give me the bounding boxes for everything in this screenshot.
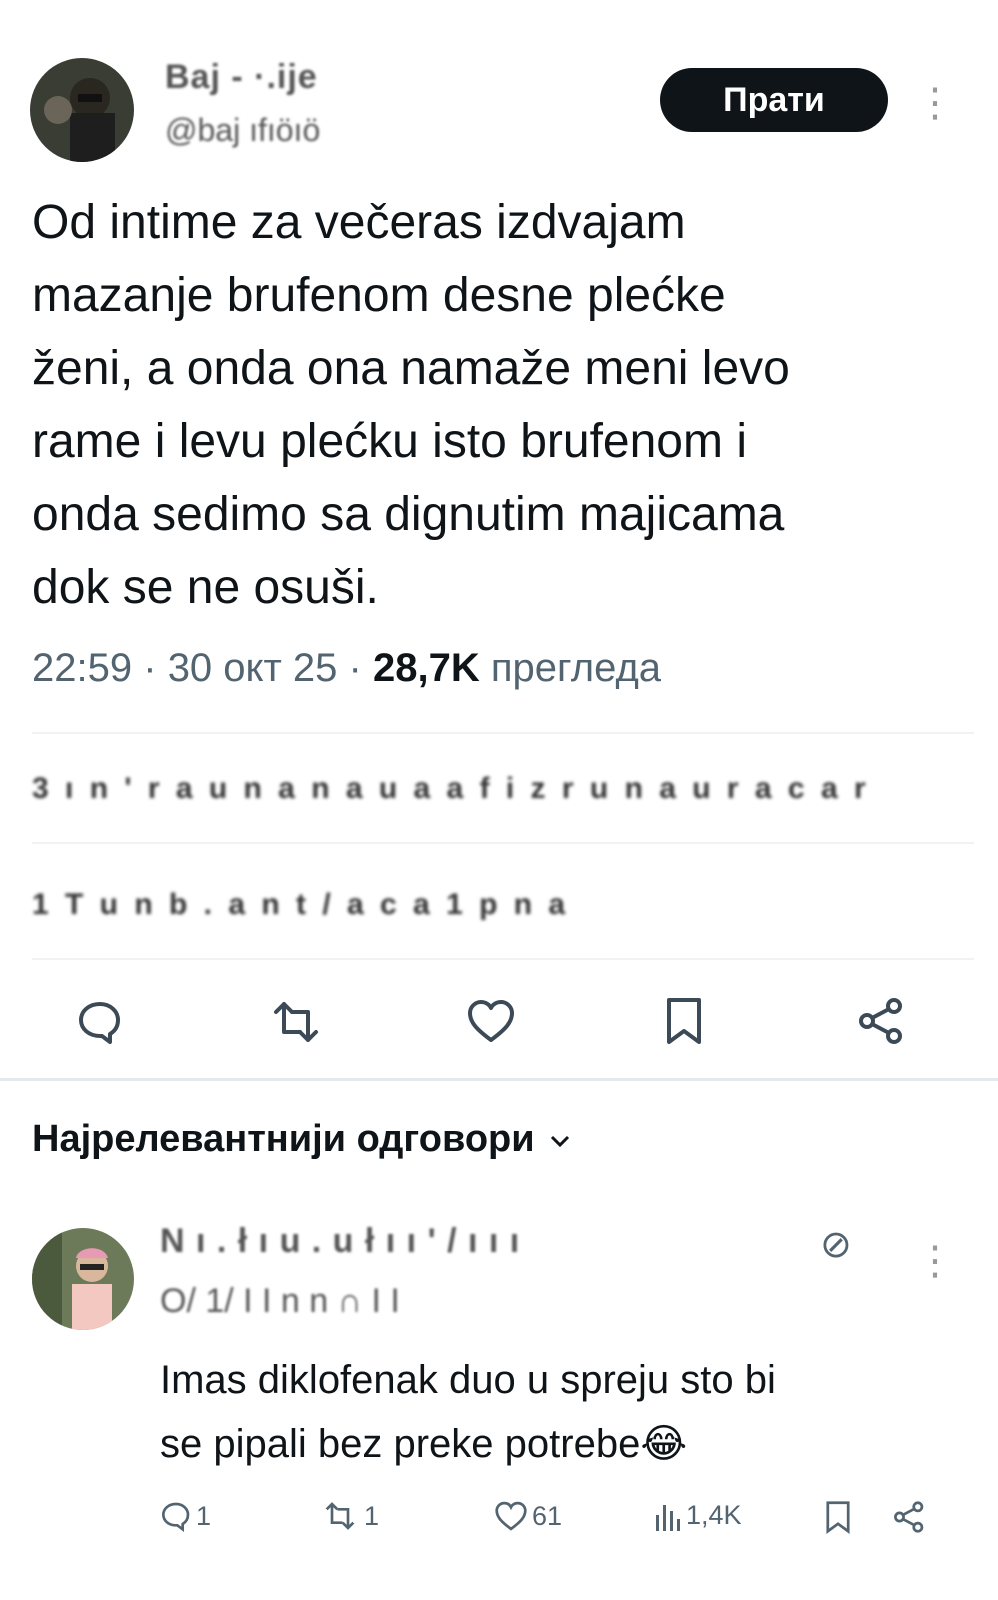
divider bbox=[32, 732, 974, 734]
divider bbox=[32, 842, 974, 844]
quotes-bookmarks-line[interactable]: 3 ı n ' r a u n a n a u a a f i z r u n … bbox=[32, 772, 972, 806]
views-count: 28,7K bbox=[373, 646, 480, 690]
tweet-time[interactable]: 22:59 bbox=[32, 646, 132, 690]
reply-text-line: se pipali bez preke potrebe😂 bbox=[160, 1422, 688, 1466]
reply-like-button[interactable]: 61 bbox=[494, 1500, 562, 1532]
replies-sort-label: Најрелевантнији одговори bbox=[32, 1118, 535, 1160]
tweet-text-line: Od intime za večeras izdvajam bbox=[32, 196, 686, 249]
chevron-down-icon bbox=[549, 1124, 571, 1155]
reply-text: Imas diklofenak duo u spreju sto bi se p… bbox=[160, 1348, 980, 1476]
author-avatar[interactable] bbox=[30, 58, 134, 162]
retweet-count: 1 bbox=[364, 1500, 380, 1531]
reply-share-icon[interactable] bbox=[892, 1500, 926, 1534]
verified-icon: ⊘ bbox=[820, 1224, 852, 1266]
laughing-emoji: 😂 bbox=[640, 1422, 688, 1466]
engagement-counts-line[interactable]: 1 T u n b . a n t / a c a 1 p n a bbox=[32, 888, 972, 922]
reply-icon[interactable] bbox=[76, 998, 124, 1046]
tweet-text-line: ženi, a onda ona namaže meni levo bbox=[32, 342, 790, 395]
views-count: 1,4K bbox=[686, 1500, 742, 1530]
retweet-icon[interactable] bbox=[266, 998, 326, 1046]
divider bbox=[32, 958, 974, 960]
replies-sort-header[interactable]: Најрелевантнији одговори bbox=[32, 1118, 571, 1161]
tweet-text-line: mazanje brufenom desne plećke bbox=[32, 269, 726, 322]
reply-more-options-icon[interactable]: ⋮ bbox=[915, 1241, 955, 1281]
analytics-icon bbox=[656, 1504, 680, 1531]
reply-retweet-button[interactable]: 1 bbox=[320, 1500, 379, 1532]
section-divider bbox=[0, 1078, 998, 1081]
tweet-meta: 22:59 · 30 окт 25 · 28,7K прегледа bbox=[32, 646, 661, 691]
heart-icon[interactable] bbox=[466, 998, 516, 1044]
reply-author-handle[interactable]: O/ 1/ I I n n ∩ I I bbox=[160, 1282, 400, 1321]
share-icon[interactable] bbox=[856, 996, 906, 1046]
author-handle[interactable]: @baj ıfıöıö bbox=[165, 112, 320, 149]
reply-text-line: Imas diklofenak duo u spreju sto bi bbox=[160, 1358, 776, 1402]
tweet-text: Od intime za večeras izdvajam mazanje br… bbox=[32, 186, 972, 624]
reply-bookmark-icon[interactable] bbox=[824, 1500, 852, 1534]
reply-author-avatar[interactable] bbox=[32, 1228, 134, 1330]
tweet-date[interactable]: 30 окт 25 bbox=[168, 646, 338, 690]
retweet-icon bbox=[325, 1502, 355, 1530]
reply-reply-button[interactable]: 1 bbox=[160, 1500, 211, 1532]
more-options-icon[interactable]: ⋮ bbox=[915, 83, 955, 123]
follow-button[interactable]: Прати bbox=[660, 68, 888, 132]
reply-icon bbox=[161, 1502, 190, 1532]
reply-author-name[interactable]: N ı . ł ı u . u ł ı ı ' / ı ı ı bbox=[160, 1222, 520, 1261]
tweet-text-line: onda sedimo sa dignutim majicama bbox=[32, 488, 785, 541]
views-label: прегледа bbox=[490, 646, 662, 690]
author-name[interactable]: Baj - ·.ije bbox=[165, 58, 318, 97]
bookmark-icon[interactable] bbox=[664, 996, 704, 1046]
tweet-text-line: dok se ne osuši. bbox=[32, 561, 379, 614]
separator: · bbox=[348, 646, 362, 690]
heart-icon bbox=[495, 1501, 527, 1531]
separator: · bbox=[143, 646, 157, 690]
reply-count: 1 bbox=[196, 1500, 212, 1531]
like-count: 61 bbox=[532, 1500, 563, 1531]
reply-views-button[interactable]: 1,4K bbox=[654, 1500, 742, 1531]
tweet-text-line: rame i levu plećku isto brufenom i bbox=[32, 415, 747, 468]
